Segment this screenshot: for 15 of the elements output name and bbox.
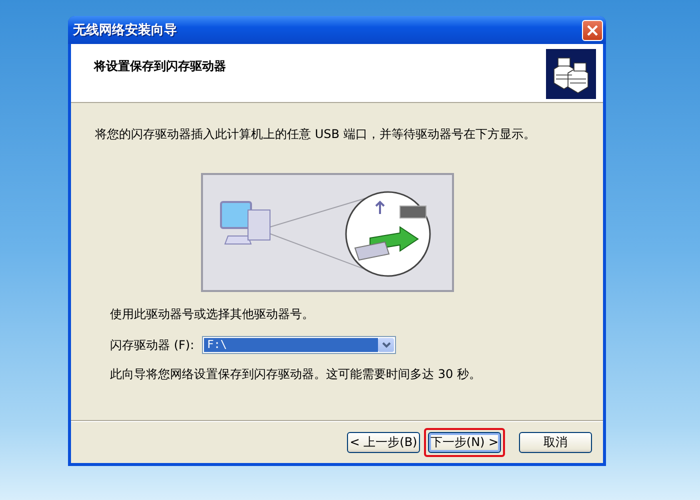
drive-label: 闪存驱动器 (F): (110, 336, 194, 354)
instruction-text: 将您的闪存驱动器插入此计算机上的任意 USB 端口，并等待驱动器号在下方显示。 (95, 126, 536, 143)
drive-value: F:\ (204, 338, 378, 352)
cancel-button[interactable]: 取消 (519, 432, 592, 453)
network-computers-icon (546, 49, 596, 99)
page-heading: 将设置保存到闪存驱动器 (94, 58, 226, 75)
drive-dropdown[interactable]: F:\ (202, 336, 396, 354)
close-button[interactable] (582, 20, 603, 40)
caret-icon (382, 342, 391, 348)
back-button[interactable]: < 上一步(B) (347, 432, 420, 453)
hint-text: 使用此驱动器号或选择其他驱动器号。 (110, 306, 315, 323)
next-button[interactable]: 下一步(N) > (428, 432, 501, 453)
close-icon (587, 24, 598, 36)
window-title: 无线网络安装向导 (73, 22, 177, 39)
note-text: 此向导将您网络设置保存到闪存驱动器。这可能需要时间多达 30 秒。 (110, 366, 482, 383)
